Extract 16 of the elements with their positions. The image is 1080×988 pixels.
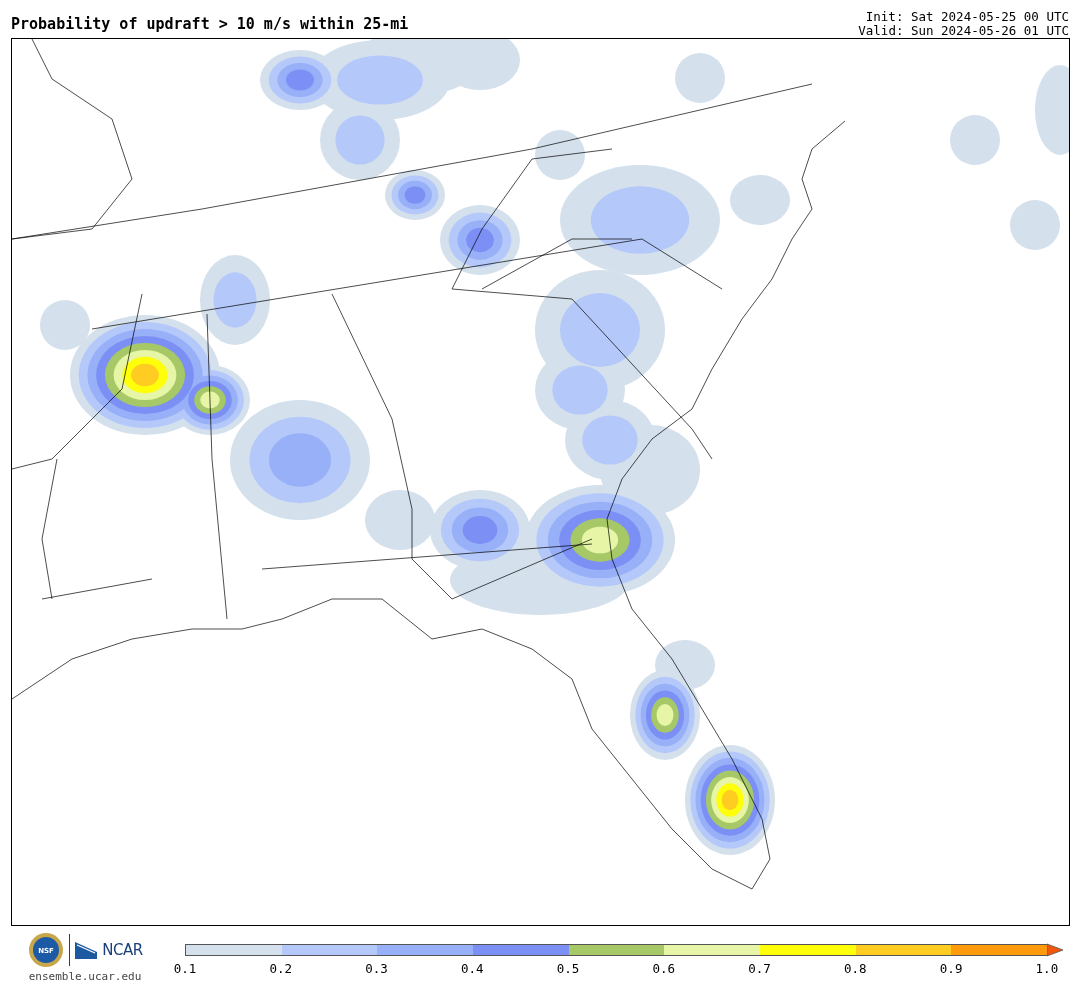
colorbar-tick-label: 0.8 — [843, 960, 868, 978]
ncar-logo-text: NCAR — [102, 939, 143, 961]
colorbar-tick-label: 0.2 — [268, 960, 294, 978]
colorbar-tick-label: 0.4 — [460, 960, 485, 978]
colorbar-tick-label: 0.9 — [938, 960, 964, 978]
chart-title: Probability of updraft > 10 m/s within 25-mi — [11, 17, 409, 35]
colorbar-tick-label: 0.7 — [747, 960, 772, 978]
init-time: Init: Sat 2024-05-25 00 UTC — [864, 10, 1069, 24]
colorbar-tick-label: 0.1 — [172, 960, 198, 978]
ncar-mark-icon — [74, 940, 99, 960]
valid-time: Valid: Sun 2024-05-26 01 UTC — [858, 24, 1069, 38]
colorbar-tick-label: 0.3 — [364, 960, 389, 978]
site-url: ensemble.ucar.edu — [28, 969, 142, 985]
colorbar-tick-label: 1.0 — [1034, 960, 1060, 978]
colorbar-tick-label: 0.5 — [555, 960, 581, 978]
colorbar-tick-label: 0.6 — [651, 960, 677, 978]
